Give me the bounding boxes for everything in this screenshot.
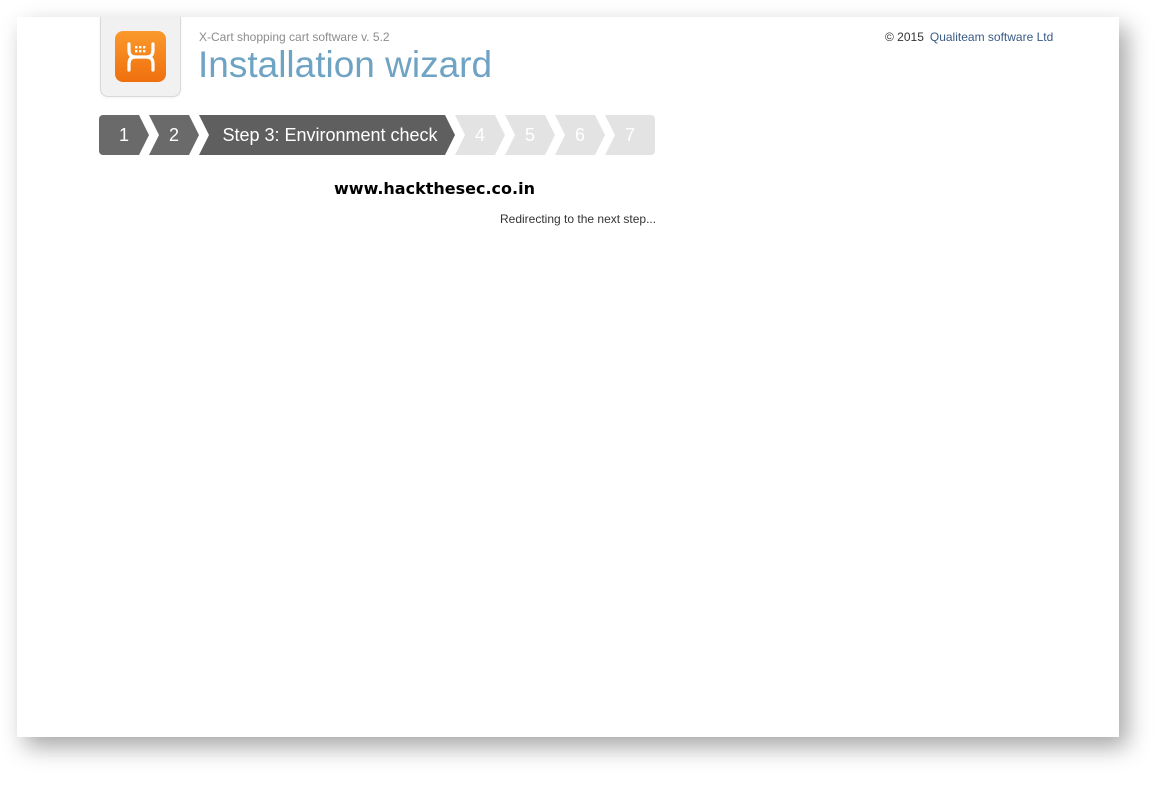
copyright: © 2015 Qualiteam software Ltd	[885, 30, 1053, 44]
company-link[interactable]: Qualiteam software Ltd	[930, 30, 1053, 44]
watermark-text: www.hackthesec.co.in	[334, 179, 535, 198]
logo-container	[100, 17, 181, 97]
step-5: 5	[505, 115, 555, 155]
redirect-status: Redirecting to the next step...	[500, 212, 657, 226]
step-6: 6	[555, 115, 605, 155]
product-version: X-Cart shopping cart software v. 5.2	[199, 30, 390, 44]
step-4: 4	[455, 115, 505, 155]
step-3-current: Step 3: Environment check	[199, 115, 455, 155]
xcart-logo-icon	[115, 31, 166, 82]
copyright-year: © 2015	[885, 30, 924, 44]
page-title: Installation wizard	[198, 44, 493, 85]
step-7: 7	[605, 115, 655, 155]
step-2: 2	[149, 115, 199, 155]
installer-window: X-Cart shopping cart software v. 5.2 Ins…	[17, 17, 1119, 737]
step-1: 1	[99, 115, 149, 155]
